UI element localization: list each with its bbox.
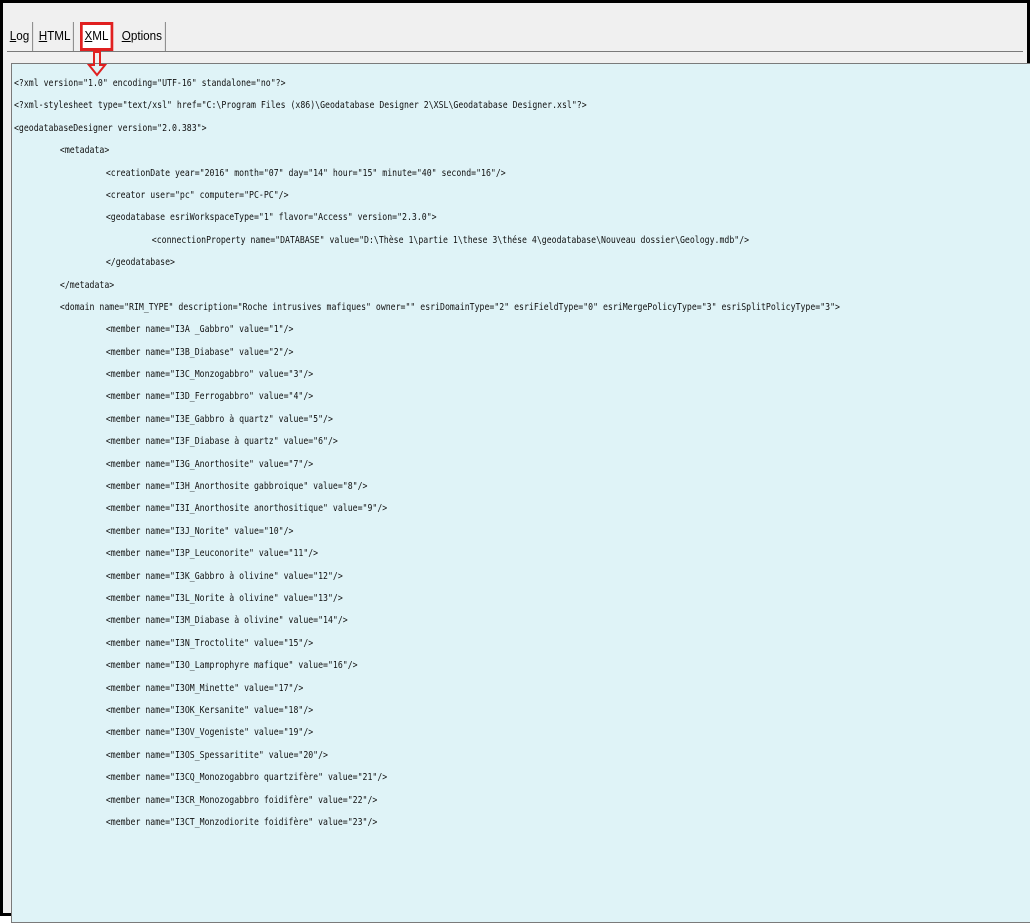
xml-line: <member name="I3CR_Monozogabbro foidifèr… bbox=[105, 794, 378, 806]
xml-source: <?xml version="1.0" encoding="UTF-16" st… bbox=[14, 73, 840, 834]
tab-xml[interactable]: XML bbox=[80, 22, 114, 51]
xml-line: <member name="I3OS_Spessaritite" value="… bbox=[105, 749, 329, 761]
tab-log[interactable]: Log bbox=[7, 22, 33, 51]
xml-line: <member name="I3C_Monzogabbro" value="3"… bbox=[105, 369, 314, 381]
tab-html[interactable]: HTML bbox=[36, 22, 74, 51]
xml-line: <domain name="RIM_TYPE" description="Roc… bbox=[59, 301, 840, 313]
xml-line: <member name="I3F_Diabase à quartz" valu… bbox=[105, 436, 338, 448]
xml-line: <member name="I3H_Anorthosite gabbroique… bbox=[105, 481, 368, 493]
tab-xml-label: ML bbox=[92, 28, 109, 43]
xml-line: <member name="I3OV_Vogeniste" value="19"… bbox=[105, 727, 314, 739]
tab-options[interactable]: Options bbox=[119, 22, 166, 51]
xml-line: <member name="I3I_Anorthosite anorthosit… bbox=[105, 503, 388, 515]
down-arrow-icon bbox=[87, 51, 107, 77]
tab-options-mnemonic: O bbox=[121, 28, 131, 43]
xml-line: <member name="I3K_Gabbro à olivine" valu… bbox=[105, 570, 343, 582]
xml-line: <member name="I3B_Diabase" value="2"/> bbox=[105, 346, 294, 358]
xml-line: </metadata> bbox=[59, 279, 115, 291]
xml-line: <member name="I3O_Lamprophyre mafique" v… bbox=[105, 660, 358, 672]
xml-line: <metadata> bbox=[59, 145, 110, 157]
xml-line: <member name="I3E_Gabbro à quartz" value… bbox=[105, 413, 333, 425]
xml-line: <member name="I3CT_Monzodiorite foidifèr… bbox=[105, 816, 378, 828]
xml-line: <member name="I3CQ_Monozogabbro quartzif… bbox=[105, 772, 388, 784]
xml-line: <creator user="pc" computer="PC-PC"/> bbox=[105, 189, 289, 201]
xml-line: <member name="I3OK_Kersanite" value="18"… bbox=[105, 704, 314, 716]
xml-line: <member name="I3D_Ferrogabbro" value="4"… bbox=[105, 391, 314, 403]
xml-line: <?xml-stylesheet type="text/xsl" href="C… bbox=[14, 100, 587, 112]
xml-line: <member name="I3J_Norite" value="10"/> bbox=[105, 525, 294, 537]
xml-line: <member name="I3P_Leuconorite" value="11… bbox=[105, 548, 319, 560]
tab-options-label: ptions bbox=[130, 28, 162, 43]
xml-line: <?xml version="1.0" encoding="UTF-16" st… bbox=[14, 78, 286, 89]
xml-line: <member name="I3A _Gabbro" value="1"/> bbox=[105, 324, 294, 336]
window-frame: Log HTML XML Options <?xml version="1.0"… bbox=[0, 0, 1030, 923]
tab-html-mnemonic: H bbox=[38, 28, 47, 43]
xml-line: <member name="I3G_Anorthosite" value="7"… bbox=[105, 458, 314, 470]
xml-line: <geodatabase esriWorkspaceType="1" flavo… bbox=[105, 212, 437, 224]
xml-line: <connectionProperty name="DATABASE" valu… bbox=[151, 234, 750, 246]
xml-line: <member name="I3N_Troctolite" value="15"… bbox=[105, 637, 314, 649]
xml-viewer[interactable]: <?xml version="1.0" encoding="UTF-16" st… bbox=[11, 63, 1030, 923]
tab-log-label: og bbox=[16, 28, 30, 43]
tab-xml-mnemonic: X bbox=[84, 28, 93, 43]
xml-line: </geodatabase> bbox=[105, 257, 175, 269]
tab-bar: Log HTML XML Options bbox=[7, 17, 171, 51]
xml-line: <creationDate year="2016" month="07" day… bbox=[105, 167, 506, 179]
xml-line: <member name="I3L_Norite à olivine" valu… bbox=[105, 592, 343, 604]
xml-line: <geodatabaseDesigner version="2.0.383"> bbox=[14, 122, 207, 134]
xml-line: <member name="I3OM_Minette" value="17"/> bbox=[105, 682, 304, 694]
tab-divider bbox=[7, 51, 1023, 52]
tab-html-label: TML bbox=[46, 28, 71, 43]
xml-line: <member name="I3M_Diabase à olivine" val… bbox=[105, 615, 348, 627]
